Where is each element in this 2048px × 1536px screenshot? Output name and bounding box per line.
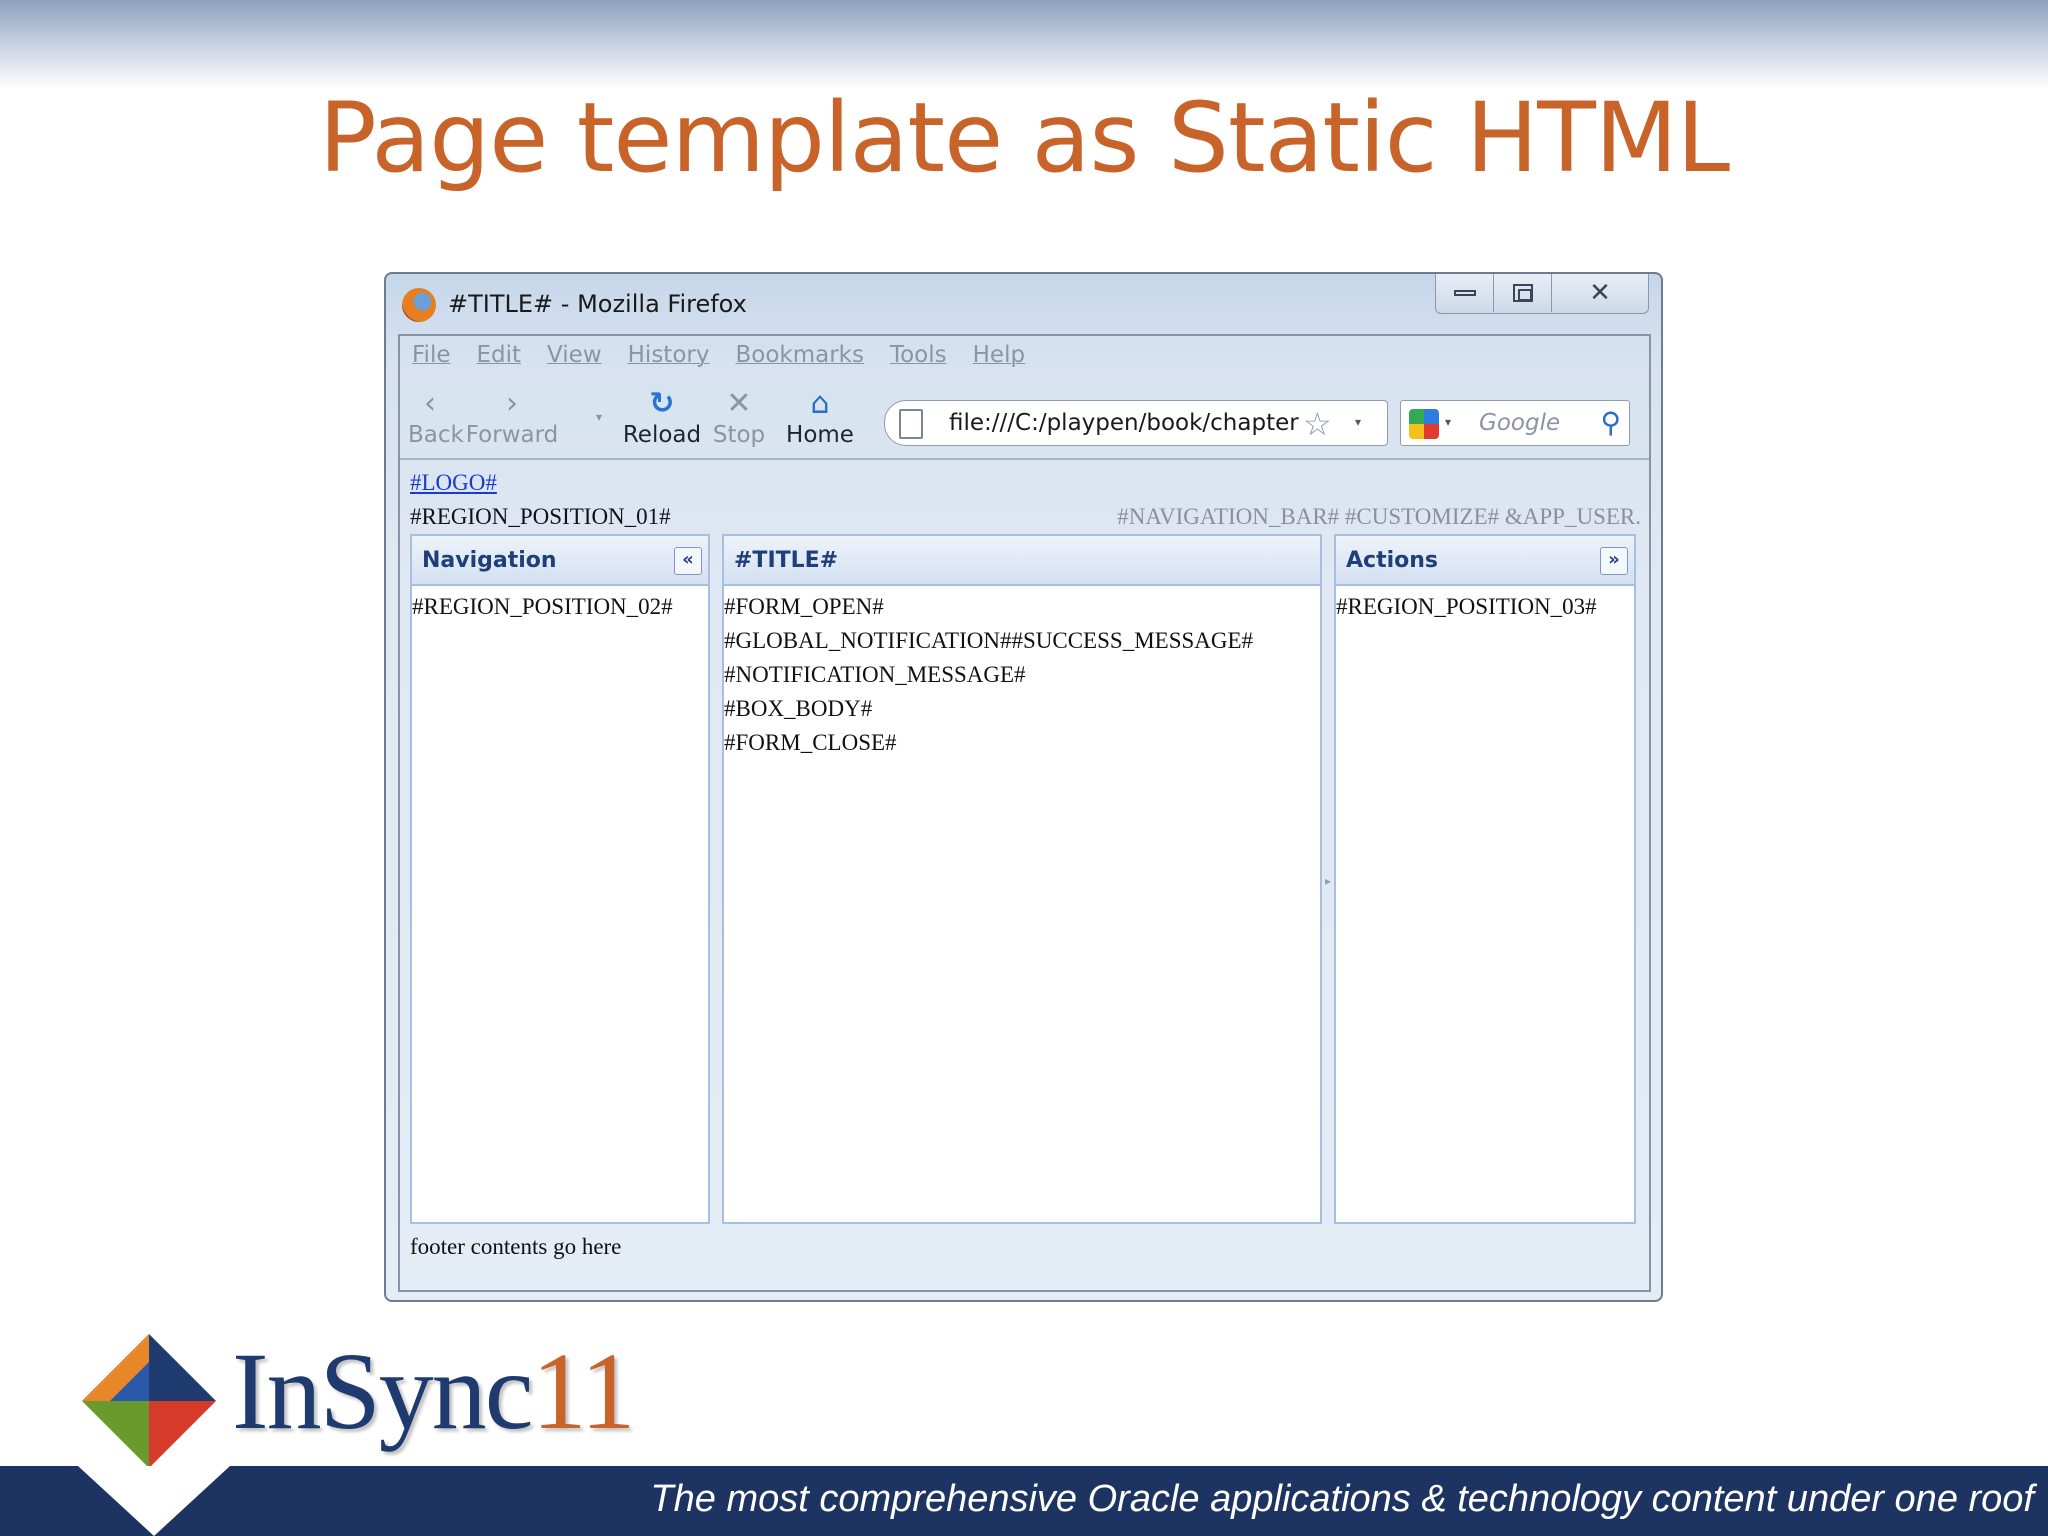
brand-number: 11 <box>531 1330 636 1452</box>
restore-icon <box>1512 284 1533 302</box>
reload-label: Reload <box>622 422 702 448</box>
firefox-logo-icon <box>402 288 436 322</box>
home-label: Home <box>786 422 854 448</box>
slide-top-gradient <box>0 0 2048 90</box>
navigation-panel: Navigation « #REGION_POSITION_02# <box>410 534 710 1224</box>
region-position-02: #REGION_POSITION_02# <box>412 594 673 619</box>
slide-title: Page template as Static HTML <box>318 82 1730 194</box>
engine-dropdown-icon[interactable]: ▾ <box>1445 415 1451 429</box>
search-placeholder[interactable]: Google <box>1479 410 1560 436</box>
collapse-right-icon[interactable]: » <box>1600 547 1628 575</box>
stop-label: Stop <box>712 422 766 448</box>
insync-puzzle-logo <box>70 1322 228 1480</box>
form-open-line: #FORM_OPEN# <box>724 594 884 619</box>
menu-help[interactable]: Help <box>973 342 1025 368</box>
minimize-icon <box>1453 290 1476 296</box>
page-content: #LOGO# #REGION_POSITION_01# #NAVIGATION_… <box>400 458 1649 1290</box>
url-text[interactable]: file:///C:/playpen/book/chapter <box>949 410 1301 436</box>
navigation-toolbar: ‹ Back › Forward ▾ ↻ Reload ✕ Stop ⌂ Hom… <box>400 386 1649 454</box>
menu-view[interactable]: View <box>547 342 602 368</box>
actions-panel-body: #REGION_POSITION_03# <box>1336 586 1634 624</box>
google-engine-icon[interactable] <box>1409 409 1439 439</box>
panel-splitter[interactable]: ▸ <box>1324 534 1334 1224</box>
forward-label: Forward <box>465 422 559 448</box>
page-icon <box>899 409 923 439</box>
actions-panel: Actions » #REGION_POSITION_03# <box>1334 534 1636 1224</box>
brand-main: InSync <box>232 1330 534 1452</box>
navigation-panel-title: Navigation <box>422 548 557 573</box>
menu-bar: File Edit View History Bookmarks Tools H… <box>412 342 1025 368</box>
region-position-03: #REGION_POSITION_03# <box>1336 594 1597 619</box>
back-button[interactable]: ‹ Back <box>408 386 464 448</box>
window-title: #TITLE# - Mozilla Firefox <box>448 290 747 318</box>
back-arrow-icon: ‹ <box>424 386 436 421</box>
page-footer: footer contents go here <box>410 1234 622 1259</box>
main-panel-header: #TITLE# <box>724 536 1320 586</box>
menu-bookmarks[interactable]: Bookmarks <box>735 342 864 368</box>
actions-panel-title: Actions <box>1346 548 1438 573</box>
splitter-arrow-icon: ▸ <box>1325 874 1332 888</box>
address-bar[interactable]: file:///C:/playpen/book/chapter ☆ ▾ <box>884 400 1388 446</box>
reload-icon: ↻ <box>649 386 675 421</box>
navigation-panel-body: #REGION_POSITION_02# <box>412 586 708 624</box>
main-panel-body: #FORM_OPEN# #GLOBAL_NOTIFICATION##SUCCES… <box>724 586 1320 760</box>
navigation-panel-header: Navigation « <box>412 536 708 586</box>
band-notch <box>78 1466 230 1536</box>
url-dropdown-icon[interactable]: ▾ <box>1355 415 1361 429</box>
bottom-band: The most comprehensive Oracle applicatio… <box>0 1466 2048 1536</box>
navigation-bar-text: #NAVIGATION_BAR# #CUSTOMIZE# &APP_USER. <box>1117 504 1641 529</box>
forward-button[interactable]: › Forward <box>464 386 560 448</box>
menu-file[interactable]: File <box>412 342 451 368</box>
stop-button[interactable]: ✕ Stop <box>710 386 768 448</box>
notification-message-line: #NOTIFICATION_MESSAGE# <box>724 662 1026 687</box>
logo-link[interactable]: #LOGO# <box>410 470 497 496</box>
form-close-line: #FORM_CLOSE# <box>724 730 897 755</box>
window-controls: ✕ <box>1435 274 1649 314</box>
tagline: The most comprehensive Oracle applicatio… <box>650 1478 2034 1520</box>
search-bar[interactable]: ▾ Google ⚲ <box>1400 400 1630 446</box>
menu-tools[interactable]: Tools <box>890 342 947 368</box>
window-titlebar: #TITLE# - Mozilla Firefox ✕ <box>386 274 1661 334</box>
home-button[interactable]: ⌂ Home <box>782 386 858 448</box>
region-position-01: #REGION_POSITION_01# <box>410 504 671 529</box>
browser-frame: File Edit View History Bookmarks Tools H… <box>398 334 1651 1292</box>
menu-history[interactable]: History <box>628 342 710 368</box>
menu-edit[interactable]: Edit <box>477 342 522 368</box>
forward-arrow-icon: › <box>506 386 518 421</box>
close-icon: ✕ <box>1589 278 1611 308</box>
reload-button[interactable]: ↻ Reload <box>622 386 702 448</box>
close-button[interactable]: ✕ <box>1552 274 1648 312</box>
search-icon[interactable]: ⚲ <box>1600 406 1621 439</box>
stop-icon: ✕ <box>726 386 752 421</box>
notification-line: #GLOBAL_NOTIFICATION##SUCCESS_MESSAGE# <box>724 628 1254 653</box>
home-icon: ⌂ <box>810 386 830 421</box>
bookmark-star-icon[interactable]: ☆ <box>1303 405 1332 443</box>
box-body-line: #BOX_BODY# <box>724 696 873 721</box>
minimize-button[interactable] <box>1436 274 1494 312</box>
main-panel-title: #TITLE# <box>734 548 839 573</box>
main-panel: #TITLE# #FORM_OPEN# #GLOBAL_NOTIFICATION… <box>722 534 1322 1224</box>
collapse-left-icon[interactable]: « <box>674 547 702 575</box>
maximize-button[interactable] <box>1494 274 1552 312</box>
actions-panel-header: Actions » <box>1336 536 1634 586</box>
history-dropdown-icon[interactable]: ▾ <box>596 410 602 424</box>
back-label: Back <box>408 422 464 448</box>
firefox-window: #TITLE# - Mozilla Firefox ✕ File Edit Vi… <box>384 272 1663 1302</box>
insync-brand-text: InSync11 <box>232 1328 636 1455</box>
